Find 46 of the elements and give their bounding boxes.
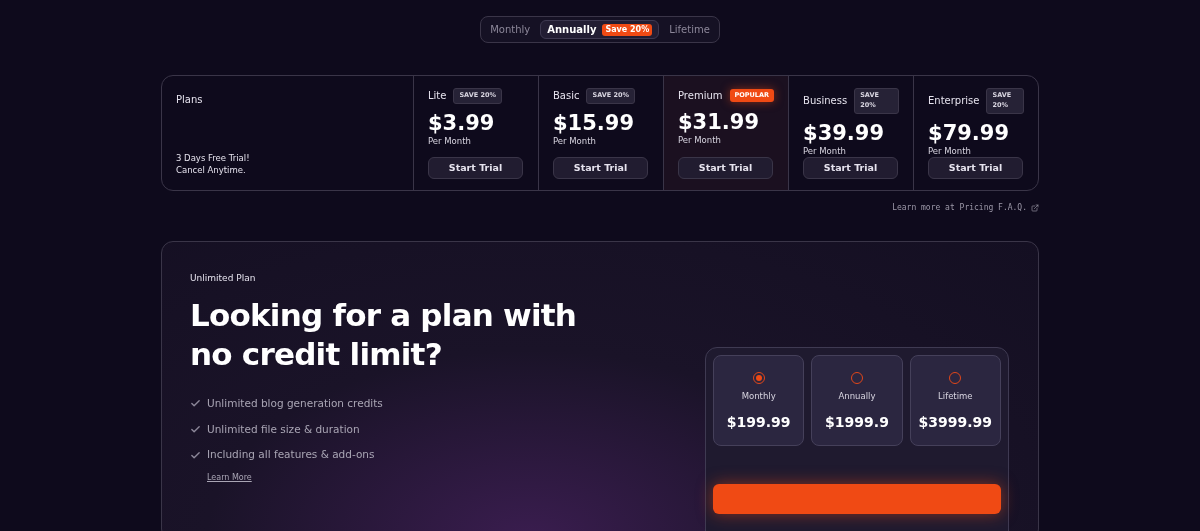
- price-period: Per Month: [553, 134, 597, 148]
- option-label: Lifetime: [938, 390, 973, 403]
- option-label: Annually: [838, 390, 876, 403]
- plan-price: $39.99: [803, 120, 886, 145]
- price-period: Per Month: [428, 134, 472, 148]
- pricing-option[interactable]: Monthly $199.99: [713, 355, 805, 447]
- billing-tab[interactable]: Annually Save 20%: [540, 20, 660, 39]
- faq-link[interactable]: Learn more at Pricing F.A.Q.: [892, 202, 1039, 215]
- option-price: $1999.9: [825, 413, 889, 432]
- external-link-icon: [1031, 204, 1039, 213]
- option-label: Monthly: [741, 390, 776, 403]
- start-trial-button[interactable]: Start Trial: [553, 157, 648, 180]
- check-icon: [190, 449, 201, 461]
- price-period: Per Month: [803, 144, 847, 158]
- plan-name: Premium: [678, 89, 723, 103]
- headline: Looking for a plan with no credit limit?: [190, 295, 578, 374]
- action-button[interactable]: [713, 484, 1001, 515]
- trial-note: 3 Days Free Trial!: [176, 152, 251, 165]
- price-period: Per Month: [928, 144, 972, 158]
- plan-eyebrow: Unlimited Plan: [190, 272, 257, 286]
- pricing-option[interactable]: Lifetime $3999.99: [909, 355, 1001, 447]
- check-icon: [190, 423, 201, 435]
- plan-name: Enterprise: [928, 94, 980, 109]
- start-trial-button[interactable]: Start Trial: [428, 157, 523, 180]
- start-trial-button[interactable]: Start Trial: [803, 157, 898, 180]
- plans-heading: Plans: [176, 93, 204, 107]
- billing-tab[interactable]: Lifetime: [663, 20, 716, 39]
- trial-note: Cancel Anytime.: [176, 164, 247, 177]
- option-price: $199.99: [726, 413, 791, 432]
- feature-text: Unlimited blog generation credits: [207, 395, 383, 411]
- option-price: $3999.99: [918, 413, 993, 432]
- plan-name: Lite: [428, 89, 447, 104]
- plan-price: $31.99: [678, 110, 761, 134]
- feature-text: Unlimited file size & duration: [207, 421, 360, 437]
- start-trial-button[interactable]: Start Trial: [678, 157, 773, 180]
- pricing-option[interactable]: Annually $1999.9: [811, 355, 903, 447]
- plan-name: Basic: [553, 89, 580, 104]
- learn-more-link[interactable]: Learn More: [207, 472, 252, 484]
- start-trial-button[interactable]: Start Trial: [928, 157, 1023, 180]
- billing-tab[interactable]: Monthly: [484, 20, 537, 39]
- plan-price: $3.99: [428, 110, 496, 135]
- price-period: Per Month: [678, 134, 722, 147]
- plan-price: $79.99: [928, 120, 1011, 145]
- feature-text: Including all features & add-ons: [207, 447, 375, 463]
- plan-price: $15.99: [553, 110, 636, 135]
- plan-name: Business: [803, 94, 848, 109]
